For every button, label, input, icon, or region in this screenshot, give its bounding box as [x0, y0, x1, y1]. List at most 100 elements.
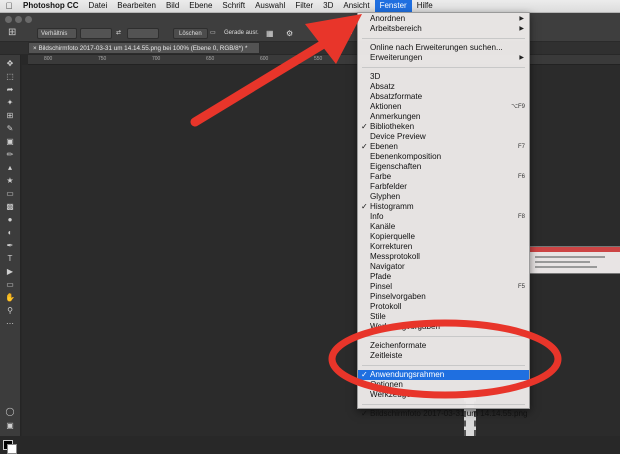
menu-item[interactable]: Anordnen ▶ [358, 14, 529, 24]
menu-item[interactable]: Info F8 [358, 212, 529, 222]
dodge-tool-icon[interactable]: ◐ [4, 228, 16, 237]
crop-tool-icon[interactable]: ⊞ [4, 111, 16, 120]
stamp-tool-icon[interactable]: ▴ [4, 163, 16, 172]
menu-bild[interactable]: Bild [161, 0, 184, 12]
menu-item-label: Anmerkungen [370, 112, 421, 121]
straighten-icon[interactable]: ▭ [210, 28, 216, 39]
menu-item[interactable]: 3D [358, 72, 529, 82]
menu-item[interactable]: Erweiterungen ▶ [358, 53, 529, 63]
shape-tool-icon[interactable]: ▭ [4, 280, 16, 289]
zoom-window-button[interactable] [25, 16, 32, 23]
menu-item[interactable]: Messprotokoll [358, 252, 529, 262]
settings-gear-icon[interactable]: ⚙ [286, 28, 293, 39]
menu-item[interactable]: Werkzeugvorgaben [358, 322, 529, 332]
ruler-tick: 550 [314, 56, 323, 62]
menu-item[interactable]: ✓ Anwendungsrahmen [358, 370, 529, 380]
menu-item[interactable]: Pinselvorgaben [358, 292, 529, 302]
apple-icon[interactable]:  [0, 1, 18, 11]
menu-item[interactable]: Anmerkungen [358, 112, 529, 122]
menu-ebene[interactable]: Ebene [184, 0, 217, 12]
menu-item[interactable]: ✓ Bibliotheken [358, 122, 529, 132]
hand-tool-icon[interactable]: ✋ [4, 293, 16, 302]
healing-brush-icon[interactable]: ▣ [4, 137, 16, 146]
menu-bearbeiten[interactable]: Bearbeiten [112, 0, 161, 12]
lasso-tool-icon[interactable]: ➦ [4, 85, 16, 94]
minimize-window-button[interactable] [15, 16, 22, 23]
menu-ansicht[interactable]: Ansicht [338, 0, 374, 12]
menu-item[interactable]: Absatz [358, 82, 529, 92]
menu-item[interactable]: Kopierquelle [358, 232, 529, 242]
menu-item[interactable]: Online nach Erweiterungen suchen... [358, 43, 529, 53]
blur-tool-icon[interactable]: ● [4, 215, 16, 224]
path-select-icon[interactable]: ▶ [4, 267, 16, 276]
magic-wand-icon[interactable]: ✦ [4, 98, 16, 107]
ratio-width-field[interactable] [80, 28, 112, 39]
menu-item-shortcut: F7 [517, 144, 525, 150]
swap-icon[interactable]: ⇄ [116, 28, 121, 39]
menu-item[interactable]: Stile [358, 312, 529, 322]
menu-item[interactable]: Pinsel F5 [358, 282, 529, 292]
close-window-button[interactable] [5, 16, 12, 23]
type-tool-icon[interactable]: T [4, 254, 16, 263]
menu-auswahl[interactable]: Auswahl [250, 0, 290, 12]
checkmark-icon: ✓ [361, 142, 368, 151]
menu-item[interactable]: Eigenschaften [358, 162, 529, 172]
menu-item-label: Arbeitsbereich [370, 24, 422, 33]
move-tool-icon[interactable]: ✥ [4, 59, 16, 68]
menu-separator [362, 404, 525, 405]
menu-item[interactable]: Zeichenformate [358, 341, 529, 351]
gradient-tool-icon[interactable]: ▩ [4, 202, 16, 211]
background-color-swatch[interactable] [7, 444, 17, 454]
menu-item[interactable]: Farbfelder [358, 182, 529, 192]
menu-item[interactable]: Device Preview [358, 132, 529, 142]
brush-tool-icon[interactable]: ✏ [4, 150, 16, 159]
menu-item[interactable]: ✓ Histogramm [358, 202, 529, 212]
menu-item-shortcut: F6 [517, 174, 525, 180]
ruler-tick: 650 [206, 56, 215, 62]
menu-item[interactable]: Arbeitsbereich ▶ [358, 24, 529, 34]
zoom-tool-icon[interactable]: ⚲ [4, 306, 16, 315]
more-tools-icon[interactable]: ⋯ [4, 319, 16, 328]
quick-mask-icon[interactable]: ◯ [4, 407, 16, 416]
menu-item[interactable]: Werkzeuge [358, 390, 529, 400]
menu-datei[interactable]: Datei [84, 0, 113, 12]
clear-button[interactable]: Löschen [173, 28, 208, 39]
ratio-height-field[interactable] [127, 28, 159, 39]
menu-hilfe[interactable]: Hilfe [412, 0, 438, 12]
ratio-select[interactable]: Verhältnis [37, 28, 77, 39]
history-brush-icon[interactable]: ★ [4, 176, 16, 185]
menu-filter[interactable]: Filter [290, 0, 318, 12]
menu-item[interactable]: Ebenenkomposition [358, 152, 529, 162]
document-tab[interactable]: × Bildschirmfoto 2017-03-31 um 14.14.55.… [28, 42, 260, 54]
eraser-icon[interactable]: ▭ [4, 189, 16, 198]
eyedropper-icon[interactable]: ✎ [4, 124, 16, 133]
menu-item[interactable]: Protokoll [358, 302, 529, 312]
screen-mode-icon[interactable]: ▣ [4, 421, 16, 430]
menu-photoshop[interactable]: Photoshop CC [18, 0, 84, 12]
submenu-arrow-icon: ▶ [519, 16, 524, 22]
menu-item[interactable]: Navigator [358, 262, 529, 272]
menu-item[interactable]: ✓ Ebenen F7 [358, 142, 529, 152]
marquee-tool-icon[interactable]: ⬚ [4, 72, 16, 81]
overlay-grid-icon[interactable]: ▦ [266, 28, 274, 39]
menu-item-shortcut: F5 [517, 284, 525, 290]
menu-3d[interactable]: 3D [318, 0, 338, 12]
menu-item-label: Korrekturen [370, 242, 413, 251]
menu-item[interactable]: Korrekturen [358, 242, 529, 252]
pen-tool-icon[interactable]: ✒ [4, 241, 16, 250]
menu-schrift[interactable]: Schrift [217, 0, 250, 12]
menu-item-label: Kopierquelle [370, 232, 415, 241]
menu-item[interactable]: Absatzformate [358, 92, 529, 102]
crop-icon[interactable]: ⊞ [8, 27, 20, 39]
menu-item[interactable]: Pfade [358, 272, 529, 282]
checkmark-icon: ✓ [361, 409, 368, 418]
menu-item[interactable]: ✓ Bildschirmfoto 2017-03-31 um 14.14.55.p… [358, 409, 529, 419]
menu-item[interactable]: Glyphen [358, 192, 529, 202]
menu-item[interactable]: Farbe F6 [358, 172, 529, 182]
menu-item[interactable]: Aktionen ⌥F9 [358, 102, 529, 112]
menu-item[interactable]: Zeitleiste [358, 351, 529, 361]
menu-item[interactable]: Kanäle [358, 222, 529, 232]
menu-item[interactable]: ✓ Optionen [358, 380, 529, 390]
straighten-label[interactable]: Gerade ausr. [224, 28, 259, 39]
menu-fenster[interactable]: Fenster [374, 0, 412, 12]
